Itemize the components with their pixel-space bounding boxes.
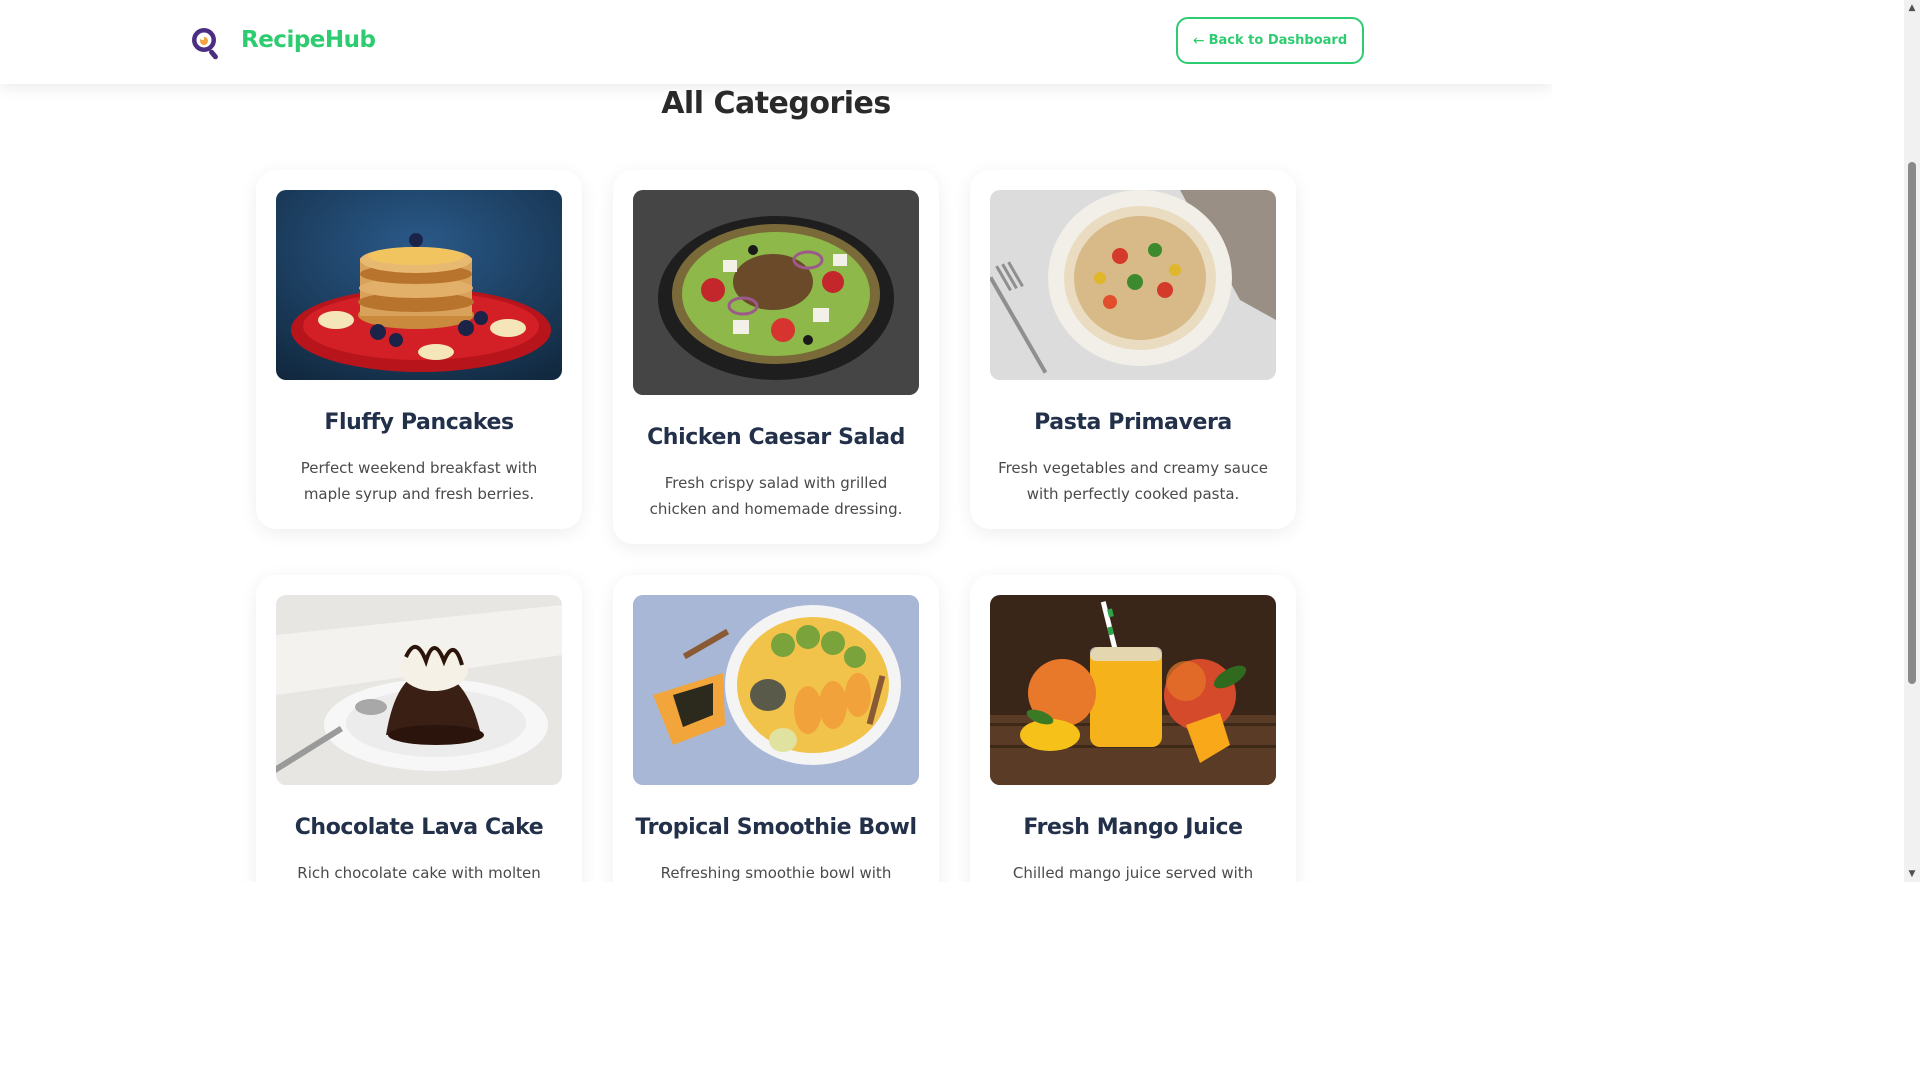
recipe-card[interactable]: Chocolate Lava Cake Rich chocolate cake …: [256, 575, 582, 882]
salad-image: [633, 190, 919, 395]
recipe-card-title: Chocolate Lava Cake: [294, 815, 544, 840]
recipe-card-description: Fresh vegetables and creamy sauce with p…: [998, 459, 1268, 503]
recipe-card[interactable]: Fresh Mango Juice Chilled mango juice se…: [970, 575, 1296, 882]
page: RecipeHub ← Back to Dashboard All Catego…: [0, 0, 1552, 882]
back-to-dashboard-button[interactable]: ← Back to Dashboard: [1176, 17, 1364, 64]
category-grid: Fluffy Pancakes Perfect weekend breakfas…: [256, 170, 1297, 882]
arrow-left-icon: ←: [1192, 32, 1205, 49]
smoothie-bowl-image: [633, 595, 919, 785]
recipe-card[interactable]: Pasta Primavera Fresh vegetables and cre…: [970, 170, 1296, 529]
mango-juice-image: [990, 595, 1276, 785]
recipe-card-description: Chilled mango juice served with mint: [1012, 864, 1254, 882]
recipe-card-description: Perfect weekend breakfast with maple syr…: [300, 459, 538, 503]
recipe-card-description: Rich chocolate cake with molten: [297, 864, 541, 882]
page-title: All Categories: [661, 86, 891, 121]
pancakes-image: [276, 190, 562, 380]
recipe-card-title: Fresh Mango Juice: [1023, 815, 1243, 840]
recipe-card-title: Fluffy Pancakes: [324, 410, 514, 435]
pasta-image: [990, 190, 1276, 380]
recipe-card[interactable]: Tropical Smoothie Bowl Refreshing smooth…: [613, 575, 939, 882]
top-navbar: RecipeHub ← Back to Dashboard: [0, 0, 1552, 84]
recipe-card[interactable]: Chicken Caesar Salad Fresh crispy salad …: [613, 170, 939, 544]
vertical-scrollbar[interactable]: ▲ ▼: [1904, 0, 1920, 882]
recipe-card-title: Chicken Caesar Salad: [647, 425, 905, 450]
scroll-down-arrow-icon[interactable]: ▼: [1904, 866, 1920, 882]
recipe-card-title: Tropical Smoothie Bowl: [635, 815, 917, 840]
recipe-card-title: Pasta Primavera: [1034, 410, 1232, 435]
back-to-dashboard-label: Back to Dashboard: [1208, 33, 1348, 48]
brand-name[interactable]: RecipeHub: [241, 27, 376, 53]
scrollbar-thumb[interactable]: [1908, 162, 1916, 684]
scroll-up-arrow-icon[interactable]: ▲: [1904, 0, 1920, 16]
recipe-card[interactable]: Fluffy Pancakes Perfect weekend breakfas…: [256, 170, 582, 529]
recipe-card-description: Fresh crispy salad with grilled chicken …: [649, 474, 903, 518]
lava-cake-image: [276, 595, 562, 785]
recipe-card-description: Refreshing smoothie bowl with mango,: [660, 864, 892, 882]
magnifier-logo-icon[interactable]: [189, 25, 225, 61]
